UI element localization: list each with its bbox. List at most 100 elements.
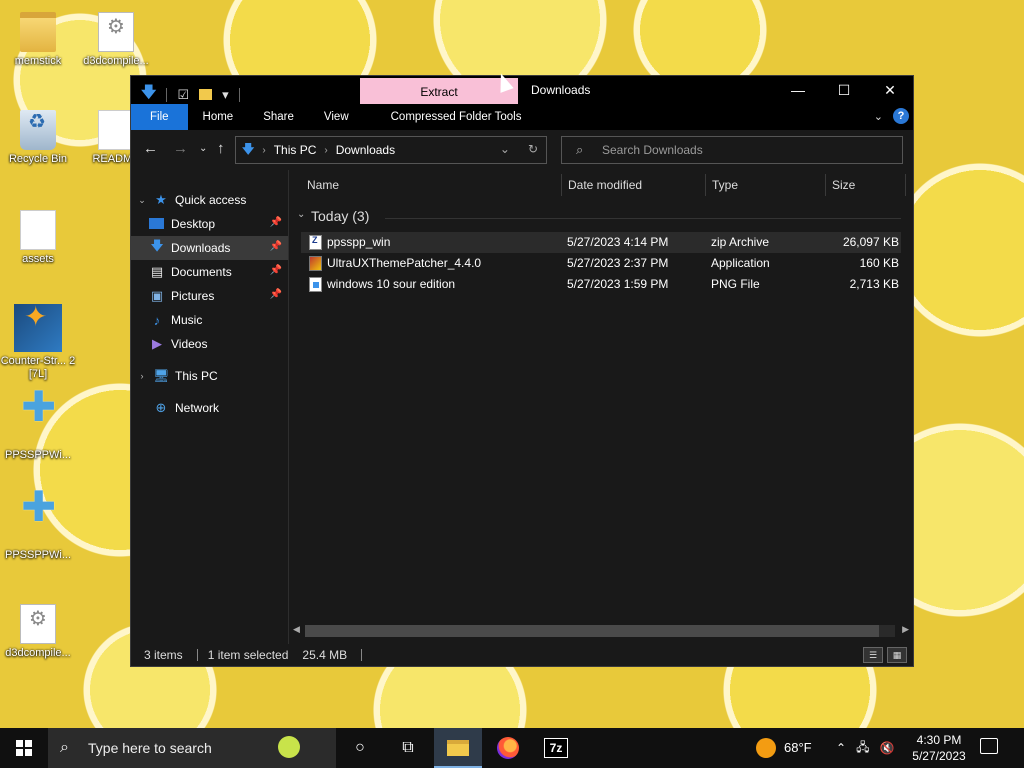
- desktop-icon-d3dcompiler-bottom[interactable]: d3dcompile...: [0, 604, 76, 660]
- search-input[interactable]: ⌕ Search Downloads: [561, 136, 903, 164]
- png-icon: [309, 277, 322, 292]
- nav-item-pictures[interactable]: ▣ Pictures 📌: [131, 284, 288, 308]
- nav-item-documents[interactable]: ▤ Documents 📌: [131, 260, 288, 284]
- taskbar-7zip[interactable]: 7z: [532, 728, 580, 768]
- column-header-date-modified[interactable]: Date modified: [568, 178, 642, 198]
- desktop-icon-d3dcompiler-top[interactable]: d3dcompile...: [78, 12, 154, 68]
- properties-icon[interactable]: ☑: [177, 87, 189, 103]
- desktop-icon-label: Recycle Bin: [8, 153, 68, 165]
- group-title: Today (3): [311, 208, 370, 224]
- notification-center-icon[interactable]: [980, 738, 998, 754]
- search-highlight-icon: [278, 736, 300, 758]
- scroll-right-arrow-icon[interactable]: ▶: [902, 624, 909, 635]
- recent-locations-chevron-icon[interactable]: ⌄: [199, 143, 207, 154]
- ribbon-right-controls: ⌄ ?: [874, 108, 909, 124]
- title-bar[interactable]: 🡇 ☑ ▾ Extract Downloads — ☐ ✕: [131, 76, 913, 106]
- help-icon[interactable]: ?: [893, 108, 909, 124]
- expand-ribbon-chevron-icon[interactable]: ⌄: [874, 110, 883, 123]
- start-button[interactable]: [0, 728, 48, 768]
- desktop-icon-memstick[interactable]: memstick: [0, 12, 76, 68]
- nav-item-music[interactable]: ♪ Music: [131, 308, 288, 332]
- document-icon: [98, 110, 134, 150]
- column-divider[interactable]: [705, 174, 706, 196]
- desktop-icon-ppsspp-1[interactable]: PPSSPPWi...: [0, 400, 76, 462]
- pin-icon: 📌: [269, 217, 282, 228]
- cortana-button[interactable]: ○: [336, 728, 384, 768]
- collapse-chevron-icon[interactable]: ⌄: [131, 195, 153, 206]
- taskbar-clock[interactable]: 4:30 PM 5/27/2023: [906, 732, 972, 764]
- minimize-button[interactable]: —: [775, 76, 821, 104]
- forward-arrow-icon[interactable]: →: [173, 140, 188, 157]
- up-arrow-icon[interactable]: ↑: [217, 140, 225, 157]
- tab-home[interactable]: Home: [188, 104, 249, 130]
- horizontal-scrollbar[interactable]: ◀ ▶: [289, 624, 913, 638]
- expand-chevron-icon[interactable]: ›: [131, 371, 153, 381]
- scroll-thumb[interactable]: [305, 625, 879, 637]
- view-switcher: ☰ ▦: [863, 647, 907, 663]
- column-divider[interactable]: [825, 174, 826, 196]
- toolbar-divider: [238, 87, 240, 102]
- address-controls: ⌄ ↻: [500, 142, 538, 156]
- breadcrumb-downloads[interactable]: Downloads: [336, 143, 395, 157]
- address-dropdown-chevron-icon[interactable]: ⌄: [500, 142, 510, 156]
- taskbar-search-box[interactable]: ⌕ Type here to search: [48, 728, 336, 768]
- file-row[interactable]: ppsspp_win 5/27/2023 4:14 PM zip Archive…: [301, 232, 901, 253]
- search-icon: ⌕: [576, 142, 584, 157]
- new-folder-icon[interactable]: [199, 89, 213, 100]
- nav-item-desktop[interactable]: Desktop 📌: [131, 212, 288, 236]
- column-divider[interactable]: [561, 174, 562, 196]
- nav-label: Desktop: [171, 217, 216, 231]
- computer-icon: 🖥: [153, 368, 170, 383]
- window-title: Downloads: [531, 83, 591, 97]
- desktop-icon-recycle-bin[interactable]: Recycle Bin: [0, 110, 76, 166]
- column-header-name[interactable]: Name: [307, 178, 339, 198]
- weather-widget[interactable]: 68°F: [756, 728, 812, 768]
- nav-this-pc[interactable]: › 🖥 This PC: [131, 364, 288, 388]
- show-hidden-icons-chevron-icon[interactable]: ⌃: [836, 741, 846, 755]
- large-icons-view-icon[interactable]: ▦: [887, 647, 907, 663]
- column-divider[interactable]: [905, 174, 906, 196]
- close-button[interactable]: ✕: [867, 76, 913, 104]
- nav-label: Quick access: [175, 193, 247, 207]
- taskbar-file-explorer[interactable]: [434, 728, 482, 768]
- desktop-icon-counter-strike[interactable]: Counter-Str... 2 [7L]: [0, 304, 76, 381]
- file-type: zip Archive: [711, 235, 770, 249]
- file-type: PNG File: [711, 277, 760, 291]
- tab-file[interactable]: File: [131, 104, 188, 130]
- details-view-icon[interactable]: ☰: [863, 647, 883, 663]
- desktop-icon-ppsspp-2[interactable]: PPSSPPWi...: [0, 500, 76, 562]
- file-explorer-window: 🡇 ☑ ▾ Extract Downloads — ☐ ✕ File Home …: [130, 75, 914, 667]
- nav-label: Downloads: [171, 241, 231, 255]
- scroll-left-arrow-icon[interactable]: ◀: [293, 624, 300, 635]
- tab-view[interactable]: View: [309, 104, 364, 130]
- task-view-button[interactable]: ⧉: [384, 728, 432, 768]
- column-header-type[interactable]: Type: [712, 178, 738, 198]
- maximize-button[interactable]: ☐: [821, 76, 867, 104]
- file-row[interactable]: UltraUXThemePatcher_4.4.0 5/27/2023 2:37…: [301, 253, 901, 274]
- cortana-circle-icon: ○: [355, 739, 365, 756]
- search-placeholder: Search Downloads: [602, 143, 703, 157]
- tab-compressed-folder-tools[interactable]: Compressed Folder Tools: [376, 104, 537, 130]
- collapse-chevron-icon[interactable]: ⌄: [297, 209, 305, 220]
- tab-share[interactable]: Share: [248, 104, 309, 130]
- back-arrow-icon[interactable]: ←: [143, 140, 158, 157]
- group-header-today[interactable]: ⌄ Today (3): [297, 208, 370, 224]
- nav-item-downloads[interactable]: 🡇 Downloads 📌: [131, 236, 288, 260]
- breadcrumb-this-pc[interactable]: This PC: [274, 143, 317, 157]
- column-header-size[interactable]: Size: [832, 178, 855, 198]
- file-row[interactable]: windows 10 sour edition 5/27/2023 1:59 P…: [301, 274, 901, 295]
- desktop-icon-assets[interactable]: assets: [0, 210, 76, 266]
- taskbar-firefox[interactable]: [484, 728, 532, 768]
- document-icon: [20, 210, 56, 250]
- refresh-icon[interactable]: ↻: [528, 142, 538, 156]
- app-icon: [309, 256, 322, 271]
- extract-contextual-tab[interactable]: Extract: [360, 78, 518, 106]
- customize-toolbar-icon[interactable]: ▾: [222, 87, 229, 103]
- network-tray-icon[interactable]: 🖧: [856, 738, 869, 759]
- nav-network[interactable]: ⊕ Network: [131, 396, 288, 420]
- address-bar[interactable]: 🡇 › This PC › Downloads ⌄ ↻: [235, 136, 547, 164]
- nav-quick-access[interactable]: ⌄ ★ Quick access: [131, 188, 288, 212]
- volume-muted-icon[interactable]: 🔇: [879, 741, 894, 755]
- nav-item-videos[interactable]: ▶ Videos: [131, 332, 288, 356]
- window-controls: — ☐ ✕: [775, 76, 913, 104]
